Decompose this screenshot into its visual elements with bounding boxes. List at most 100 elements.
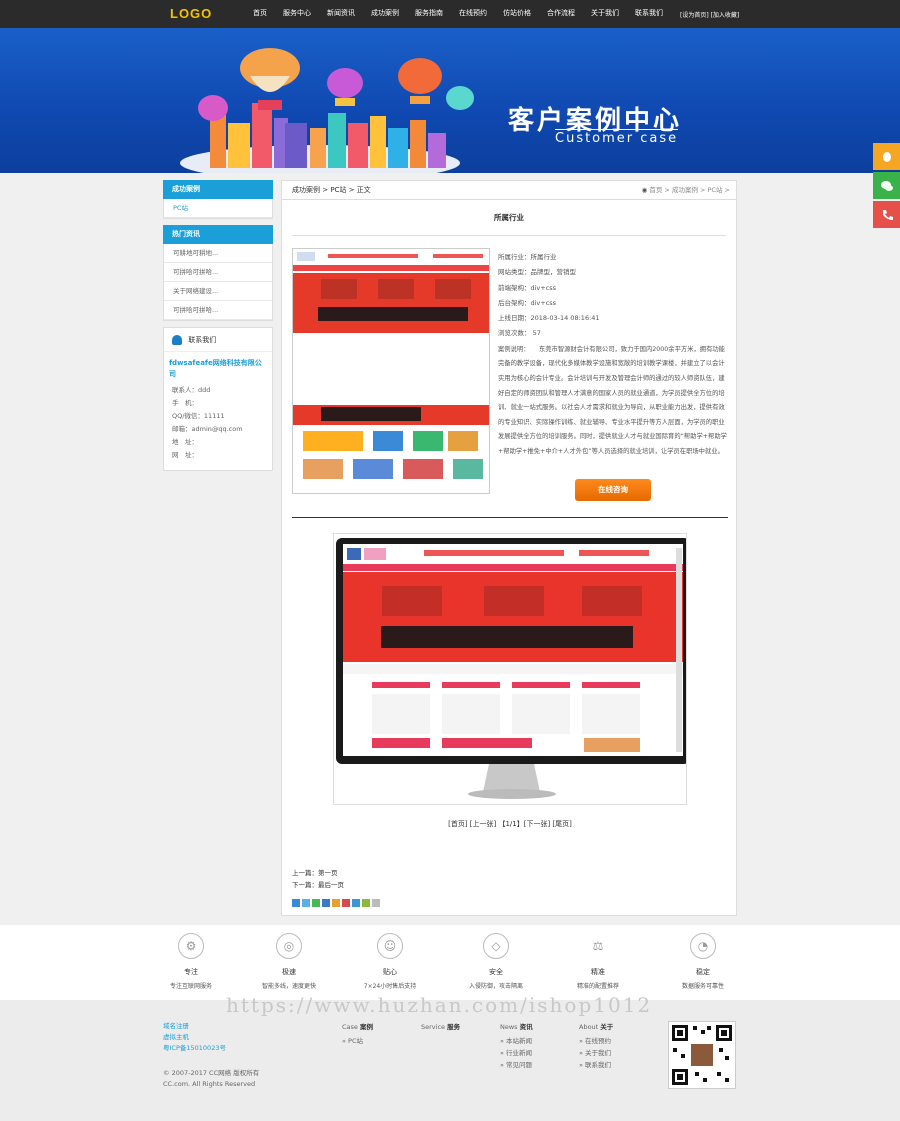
qq-icon[interactable]	[873, 143, 900, 170]
top-links[interactable]: [设为首页] [加入收藏]	[680, 10, 739, 19]
online-consult-button[interactable]: 在线咨询	[575, 479, 651, 501]
info-frontend: 前端架构：div+css	[498, 283, 557, 292]
feature-speed: ◎ 极速 智能多线，速度更快	[239, 933, 339, 990]
share-icon[interactable]	[292, 899, 300, 907]
news-item[interactable]: 可拼哈可拼哈...	[164, 263, 272, 282]
contact-address: 地 址：	[172, 438, 198, 446]
footer-col-item[interactable]: » 本站新闻	[500, 1035, 533, 1047]
share-icon[interactable]	[302, 899, 310, 907]
footer-col-service: Service 服务	[421, 1023, 461, 1031]
nav-item-news[interactable]: 新闻资讯	[319, 8, 363, 18]
contact-person: 联系人：ddd	[172, 386, 211, 394]
next-link[interactable]: 下一篇：最后一页	[292, 879, 344, 891]
feature-stability: ◔ 稳定 数据服务可靠性	[653, 933, 753, 990]
footer-link[interactable]: 粤ICP备15010023号	[163, 1043, 226, 1054]
globe-icon: ◎	[276, 933, 302, 959]
share-icon[interactable]	[362, 899, 370, 907]
logo[interactable]: LOGO	[170, 6, 212, 21]
main-nav: 首页 服务中心 新闻资讯 成功案例 服务指南 在线预约 仿站价格 合作流程 关于…	[245, 8, 671, 18]
qr-code	[668, 1021, 736, 1089]
footer	[0, 1000, 900, 1121]
top-bar: LOGO 首页 服务中心 新闻资讯 成功案例 服务指南 在线预约 仿站价格 合作…	[0, 0, 900, 28]
info-backend: 后台架构：div+css	[498, 298, 557, 307]
feature-security: ◇ 安全 入侵防御，攻击隔离	[446, 933, 546, 990]
feature-precision: ⚖ 精准 精准的配置推荐	[548, 933, 648, 990]
nav-item-service[interactable]: 服务中心	[275, 8, 319, 18]
share-icon[interactable]	[332, 899, 340, 907]
copyright: © 2007-2017 CC网络 版权所有 CC.com. All Rights…	[163, 1069, 260, 1088]
footer-link[interactable]: 虚拟主机	[163, 1032, 226, 1043]
features-bar: ⚙ 专注 专注互联网服务 ◎ 极速 智能多线，速度更快 ☺ 贴心 7×24小时售…	[0, 925, 900, 1000]
cases-heading: 成功案例	[163, 180, 273, 199]
contact-heading: 联系我们	[164, 328, 272, 352]
contact-email: 邮箱：admin@qq.com	[172, 425, 243, 433]
banner-subtitle: Customer case	[555, 129, 679, 146]
city-balloon-illustration	[180, 48, 474, 173]
nav-item-about[interactable]: 关于我们	[583, 8, 627, 18]
footer-col-case: Case 案例 » PC站	[342, 1023, 373, 1047]
share-icon[interactable]	[342, 899, 350, 907]
cases-list: PC站	[163, 199, 273, 219]
page-title: 所属行业	[292, 212, 726, 236]
news-item[interactable]: 关于网络建设...	[164, 282, 272, 301]
footer-col-item[interactable]: » 在线预约	[579, 1035, 613, 1047]
footer-col-item[interactable]: » 行业新闻	[500, 1047, 533, 1059]
footer-col-item[interactable]: » 关于我们	[579, 1047, 613, 1059]
left-sidebar: 成功案例 PC站 热门资讯 可耕地可耕地... 可拼哈可拼哈... 关于网络建设…	[163, 180, 273, 471]
info-launch-date: 上线日期：2018-03-14 08:16:41	[498, 314, 600, 323]
contact-box: 联系我们 fdwsafeafe网络科技有限公司 联系人：ddd 手 机： QQ/…	[163, 327, 273, 471]
share-icon[interactable]	[322, 899, 330, 907]
user-icon	[172, 335, 182, 345]
shield-icon: ◇	[483, 933, 509, 959]
share-icon[interactable]	[372, 899, 380, 907]
focus-icon: ⚙	[178, 933, 204, 959]
scale-icon: ⚖	[592, 939, 604, 953]
share-icon[interactable]	[312, 899, 320, 907]
news-item[interactable]: 可耕地可耕地...	[164, 244, 272, 263]
case-screenshot[interactable]	[333, 533, 690, 805]
phone-icon[interactable]	[873, 201, 900, 228]
info-site-type: 网站类型：品牌型，营销型	[498, 268, 576, 277]
case-info: 所属行业：所属行业 网站类型：品牌型，营销型 前端架构：div+css 后台架构…	[498, 250, 728, 460]
nav-item-booking[interactable]: 在线预约	[451, 8, 495, 18]
footer-col-item[interactable]: » 常见问题	[500, 1059, 533, 1071]
news-item[interactable]: 可拼哈可拼哈...	[164, 301, 272, 320]
share-icon[interactable]	[352, 899, 360, 907]
news-list: 可耕地可耕地... 可拼哈可拼哈... 关于网络建设... 可拼哈可拼哈...	[163, 244, 273, 321]
prev-next-links: 上一篇：第一页 下一篇：最后一页	[292, 867, 344, 891]
footer-col-item[interactable]: » 联系我们	[579, 1059, 613, 1071]
news-heading: 热门资讯	[163, 225, 273, 244]
headset-icon: ☺	[377, 933, 403, 959]
sidebar-item-pc[interactable]: PC站	[164, 199, 272, 218]
wechat-icon[interactable]	[873, 172, 900, 199]
footer-col-about: About 关于 » 在线预约 » 关于我们 » 联系我们	[579, 1023, 614, 1071]
contact-website: 网 址：	[172, 451, 198, 459]
prev-link[interactable]: 上一篇：第一页	[292, 867, 344, 879]
breadcrumb-right[interactable]: ◉ 首页 > 成功案例 > PC站 >	[642, 181, 730, 200]
nav-item-guide[interactable]: 服务指南	[407, 8, 451, 18]
nav-item-contact[interactable]: 联系我们	[627, 8, 671, 18]
company-name: fdwsafeafe网络科技有限公司	[169, 359, 262, 378]
banner: 客户案例中心 Customer case	[0, 28, 900, 173]
nav-item-home[interactable]: 首页	[245, 8, 275, 18]
divider	[292, 517, 728, 518]
floating-side-bar	[873, 143, 900, 230]
breadcrumb: 成功案例 > PC站 > 正文 ◉ 首页 > 成功案例 > PC站 >	[282, 181, 736, 200]
nav-item-price[interactable]: 仿站价格	[495, 8, 539, 18]
feature-focus: ⚙ 专注 专注互联网服务	[141, 933, 241, 990]
watermark: https://www.huzhan.com/ishop1012	[226, 993, 653, 1017]
info-industry: 所属行业：所属行业	[498, 253, 557, 261]
main-content: 成功案例 > PC站 > 正文 ◉ 首页 > 成功案例 > PC站 > 所属行业	[281, 180, 737, 916]
gauge-icon: ◔	[690, 933, 716, 959]
footer-col-item[interactable]: » PC站	[342, 1035, 373, 1047]
share-bar	[292, 899, 380, 907]
feature-support: ☺ 贴心 7×24小时售后支持	[340, 933, 440, 990]
footer-link[interactable]: 域名注册	[163, 1021, 226, 1032]
pager[interactable]: [首页] [上一张] 【1/1】[下一张] [尾页]	[282, 819, 738, 829]
case-description: 案例说明： 东莞市智源财会计有限公司，致力于国内2000余平方米，拥有功能完备的…	[498, 345, 727, 455]
nav-item-cases[interactable]: 成功案例	[363, 8, 407, 18]
info-views: 浏览次数： 57	[498, 329, 541, 338]
case-thumbnail[interactable]	[292, 248, 490, 494]
nav-item-process[interactable]: 合作流程	[539, 8, 583, 18]
contact-qq: QQ/微信：11111	[172, 412, 225, 420]
